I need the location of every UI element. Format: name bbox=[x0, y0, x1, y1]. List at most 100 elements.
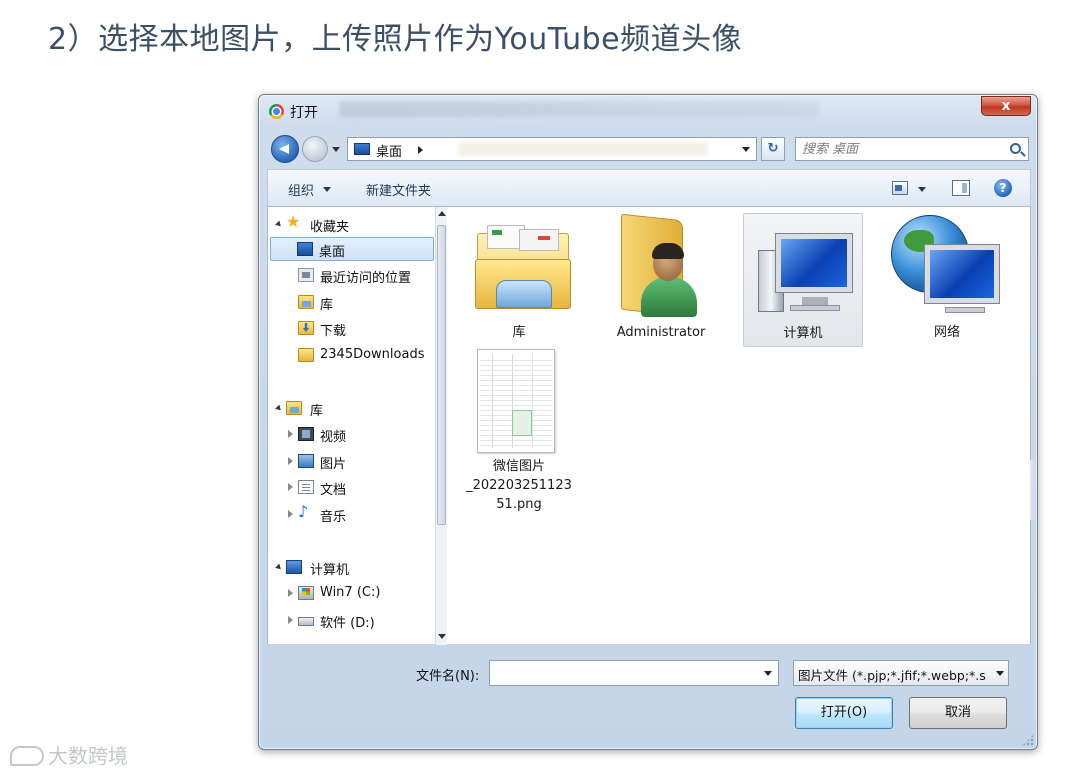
nav-downloads[interactable]: 下载 bbox=[272, 317, 432, 341]
nav-videos[interactable]: 视频 bbox=[272, 423, 432, 447]
item-network[interactable]: 网络 bbox=[887, 213, 1007, 347]
nav-label: 收藏夹 bbox=[310, 220, 350, 235]
nav-label: 图片 bbox=[320, 457, 347, 472]
help-icon[interactable]: ? bbox=[994, 179, 1012, 197]
watermark: 大数跨境 bbox=[10, 740, 128, 769]
nav-pictures[interactable]: 图片 bbox=[272, 450, 432, 474]
filename-label: 文件名(N): bbox=[416, 669, 480, 684]
collapsed-arrow-icon[interactable] bbox=[288, 457, 293, 465]
address-bar[interactable]: 桌面 bbox=[347, 137, 757, 161]
close-button[interactable]: x bbox=[981, 96, 1031, 116]
pictures-icon bbox=[298, 454, 314, 468]
nav-drive-d[interactable]: 软件 (D:) bbox=[272, 609, 432, 633]
chevron-right-icon[interactable] bbox=[418, 146, 423, 154]
collapsed-arrow-icon[interactable] bbox=[288, 616, 293, 624]
item-label: 网络 bbox=[933, 325, 960, 340]
desktop-icon bbox=[297, 242, 313, 256]
chevron-down-icon[interactable] bbox=[996, 671, 1004, 676]
document-icon bbox=[298, 480, 314, 494]
chevron-down-icon[interactable] bbox=[742, 147, 750, 152]
scroll-up-icon[interactable] bbox=[438, 211, 446, 216]
library-icon bbox=[473, 221, 573, 313]
chevron-down-icon[interactable] bbox=[918, 187, 926, 192]
new-folder-button[interactable]: 新建文件夹 bbox=[366, 180, 431, 199]
nav-label: 视频 bbox=[320, 430, 347, 445]
library-icon bbox=[286, 401, 302, 415]
item-administrator[interactable]: Administrator bbox=[601, 213, 721, 347]
item-computer[interactable]: 计算机 bbox=[743, 213, 863, 347]
computer-icon bbox=[754, 220, 854, 316]
nav-library[interactable]: 库 bbox=[272, 291, 432, 315]
nav-label: 计算机 bbox=[310, 563, 350, 578]
step-heading: 2）选择本地图片，上传照片作为YouTube频道头像 bbox=[48, 22, 743, 57]
user-folder-icon bbox=[621, 213, 703, 319]
file-list: 库 Administrator 计算机 网络 微信图片 _20220325112… bbox=[447, 207, 1031, 645]
item-label: 库 bbox=[512, 325, 526, 340]
nav-documents[interactable]: 文档 bbox=[272, 476, 432, 500]
hard-drive-icon bbox=[298, 617, 314, 626]
item-library[interactable]: 库 bbox=[459, 213, 579, 347]
download-icon bbox=[298, 321, 314, 335]
collapsed-arrow-icon[interactable] bbox=[288, 430, 293, 438]
edge-shadow bbox=[1030, 460, 1036, 520]
nav-favorites[interactable]: ★ 收藏夹 bbox=[272, 213, 432, 237]
resize-grip-icon[interactable] bbox=[1022, 734, 1034, 746]
collapsed-arrow-icon[interactable] bbox=[288, 589, 293, 597]
filetype-select[interactable]: 图片文件 (*.pjp;*.jfif;*.webp;*.s bbox=[793, 660, 1009, 686]
address-location[interactable]: 桌面 bbox=[376, 141, 402, 160]
item-wechat-image[interactable]: 微信图片 _202203251123 51.png bbox=[459, 347, 579, 519]
expanded-arrow-icon[interactable] bbox=[275, 220, 283, 229]
search-input[interactable] bbox=[802, 140, 992, 158]
blurred-address-area bbox=[458, 142, 708, 156]
collapsed-arrow-icon[interactable] bbox=[288, 510, 293, 518]
forward-button[interactable] bbox=[302, 136, 328, 162]
nav-drive-c[interactable]: Win7 (C:) bbox=[272, 582, 432, 606]
blurred-title-area bbox=[339, 101, 819, 117]
preview-pane-icon[interactable] bbox=[952, 180, 970, 196]
cancel-button[interactable]: 取消 bbox=[909, 697, 1007, 729]
nav-label: 软件 (D:) bbox=[320, 616, 375, 631]
expanded-arrow-icon[interactable] bbox=[275, 563, 283, 572]
chevron-down-icon[interactable] bbox=[764, 671, 772, 676]
network-icon bbox=[891, 215, 1003, 315]
back-button[interactable] bbox=[271, 135, 299, 163]
filename-input[interactable] bbox=[489, 660, 779, 686]
scrollbar-thumb[interactable] bbox=[437, 225, 446, 525]
refresh-button[interactable]: ↻ bbox=[761, 137, 785, 161]
chevron-down-icon[interactable] bbox=[323, 187, 331, 192]
star-icon: ★ bbox=[286, 213, 301, 231]
history-dropdown-icon[interactable] bbox=[332, 147, 340, 152]
nav-music[interactable]: ♪ 音乐 bbox=[272, 503, 432, 527]
search-box[interactable] bbox=[795, 137, 1029, 161]
toolbar: 组织 新建文件夹 ? bbox=[267, 169, 1031, 207]
item-label-line1: 微信图片 bbox=[492, 459, 545, 474]
watermark-logo-icon bbox=[10, 746, 44, 766]
organize-button[interactable]: 组织 bbox=[288, 180, 314, 199]
navigation-scrollbar[interactable] bbox=[435, 207, 447, 645]
nav-libraries[interactable]: 库 bbox=[272, 397, 432, 421]
nav-2345downloads[interactable]: 2345Downloads bbox=[272, 344, 432, 368]
nav-label: 库 bbox=[310, 404, 324, 419]
nav-label: Win7 (C:) bbox=[320, 585, 381, 600]
nav-label: 桌面 bbox=[319, 245, 346, 260]
title-bar[interactable]: 打开 x bbox=[259, 95, 1037, 125]
item-label: 计算机 bbox=[783, 326, 823, 341]
change-view-icon[interactable] bbox=[892, 181, 908, 195]
search-icon[interactable] bbox=[1010, 143, 1021, 154]
folder-icon bbox=[298, 348, 314, 362]
scroll-down-icon[interactable] bbox=[438, 634, 446, 639]
expanded-arrow-icon[interactable] bbox=[275, 404, 283, 413]
nav-computer[interactable]: 计算机 bbox=[272, 556, 432, 580]
desktop-icon bbox=[354, 143, 370, 155]
collapsed-arrow-icon[interactable] bbox=[288, 483, 293, 491]
image-thumbnail-icon bbox=[477, 349, 555, 453]
watermark-text: 大数跨境 bbox=[48, 744, 128, 768]
nav-label: 最近访问的位置 bbox=[320, 271, 412, 286]
chrome-icon bbox=[269, 104, 284, 119]
nav-desktop[interactable]: 桌面 bbox=[270, 237, 434, 261]
navigation-pane: ★ 收藏夹 桌面 最近访问的位置 库 下载 2345Downloads 库 视频… bbox=[267, 207, 435, 645]
nav-label: 下载 bbox=[320, 324, 347, 339]
nav-recent-places[interactable]: 最近访问的位置 bbox=[272, 264, 432, 288]
open-button[interactable]: 打开(O) bbox=[795, 697, 893, 729]
item-label: Administrator bbox=[616, 325, 706, 340]
